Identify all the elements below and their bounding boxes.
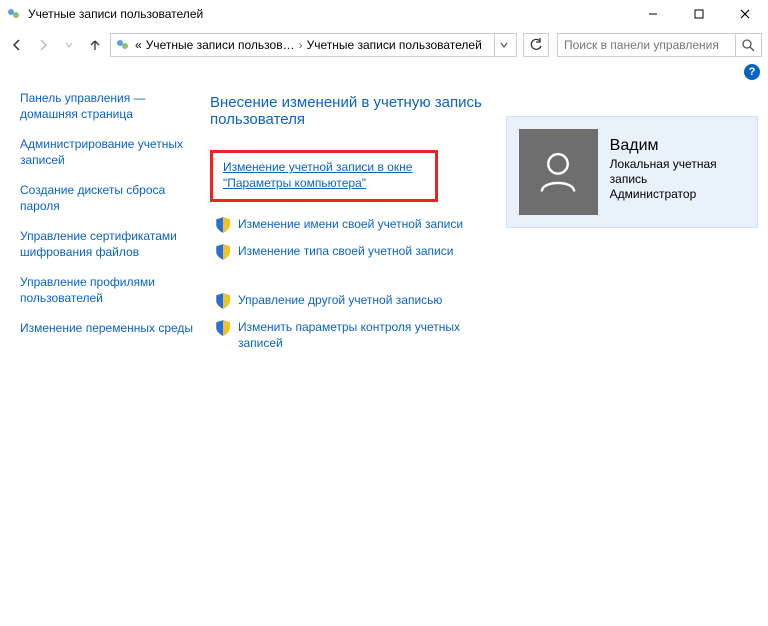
action-list-a: Изменение имени своей учетной записи Изм… <box>210 216 506 261</box>
search-box[interactable] <box>557 33 762 57</box>
chevron-right-icon: › <box>299 38 303 52</box>
action-item: Изменение имени своей учетной записи <box>214 216 506 234</box>
shield-icon <box>214 292 232 310</box>
up-button[interactable] <box>84 34 106 56</box>
sidebar-item-home[interactable]: Панель управления — домашняя страница <box>20 90 200 122</box>
user-account-type: Локальная учетная запись <box>610 157 745 187</box>
main-right-column: Вадим Локальная учетная запись Администр… <box>506 90 758 360</box>
minimize-button[interactable] <box>630 0 676 28</box>
sidebar-item-admin-accounts[interactable]: Администрирование учетных записей <box>20 136 200 168</box>
user-name: Вадим <box>610 137 745 155</box>
action-item: Изменение типа своей учетной записи <box>214 243 506 261</box>
content-body: Панель управления — домашняя страница Ад… <box>0 80 768 360</box>
back-button[interactable] <box>6 34 28 56</box>
breadcrumb-part1[interactable]: Учетные записи пользов… <box>146 38 295 52</box>
highlight-line2: "Параметры компьютера" <box>223 176 366 190</box>
breadcrumb-prefix: « <box>135 38 142 52</box>
nav-toolbar: « Учетные записи пользов… › Учетные запи… <box>0 28 768 62</box>
sidebar-item-encryption-certs[interactable]: Управление сертификатами шифрования файл… <box>20 228 200 260</box>
action-item: Изменить параметры контроля учетных запи… <box>214 319 506 351</box>
main-panel: Внесение изменений в учетную запись поль… <box>210 90 758 360</box>
user-meta: Вадим Локальная учетная запись Администр… <box>610 129 745 202</box>
action-change-in-settings[interactable]: Изменение учетной записи в окне "Парамет… <box>223 160 412 190</box>
sidebar-item-env-vars[interactable]: Изменение переменных среды <box>20 320 200 336</box>
help-icon[interactable]: ? <box>744 64 760 80</box>
sidebar: Панель управления — домашняя страница Ад… <box>20 90 210 360</box>
user-role: Администратор <box>610 187 745 202</box>
breadcrumb-dropdown-icon[interactable] <box>494 34 512 56</box>
action-manage-other[interactable]: Управление другой учетной записью <box>238 292 442 308</box>
action-list-b: Управление другой учетной записью Измени… <box>210 292 506 351</box>
sidebar-item-user-profiles[interactable]: Управление профилями пользователей <box>20 274 200 306</box>
forward-button[interactable] <box>32 34 54 56</box>
avatar <box>519 129 598 215</box>
refresh-button[interactable] <box>523 33 549 57</box>
highlight-line1: Изменение учетной записи в окне <box>223 160 412 174</box>
maximize-button[interactable] <box>676 0 722 28</box>
window-controls <box>630 0 768 28</box>
window-title: Учетные записи пользователей <box>28 7 203 21</box>
shield-icon <box>214 319 232 337</box>
shield-icon <box>214 216 232 234</box>
search-icon[interactable] <box>735 34 761 56</box>
breadcrumb-icon <box>115 37 131 53</box>
user-card: Вадим Локальная учетная запись Администр… <box>506 116 758 228</box>
action-change-type[interactable]: Изменение типа своей учетной записи <box>238 243 453 259</box>
main-left-column: Внесение изменений в учетную запись поль… <box>210 90 506 360</box>
close-button[interactable] <box>722 0 768 28</box>
breadcrumb[interactable]: « Учетные записи пользов… › Учетные запи… <box>110 33 517 57</box>
action-rename-account[interactable]: Изменение имени своей учетной записи <box>238 216 463 232</box>
breadcrumb-part2[interactable]: Учетные записи пользователей <box>307 38 482 52</box>
action-item: Управление другой учетной записью <box>214 292 506 310</box>
highlighted-action-box: Изменение учетной записи в окне "Парамет… <box>210 150 438 202</box>
window-titlebar: Учетные записи пользователей <box>0 0 768 28</box>
page-title: Внесение изменений в учетную запись поль… <box>210 94 506 128</box>
help-row: ? <box>0 62 768 80</box>
action-uac-settings[interactable]: Изменить параметры контроля учетных запи… <box>238 319 468 351</box>
recent-dropdown-icon[interactable] <box>58 34 80 56</box>
shield-icon <box>214 243 232 261</box>
search-input[interactable] <box>558 38 735 52</box>
app-icon <box>6 6 22 22</box>
sidebar-item-password-reset-disk[interactable]: Создание дискеты сброса пароля <box>20 182 200 214</box>
